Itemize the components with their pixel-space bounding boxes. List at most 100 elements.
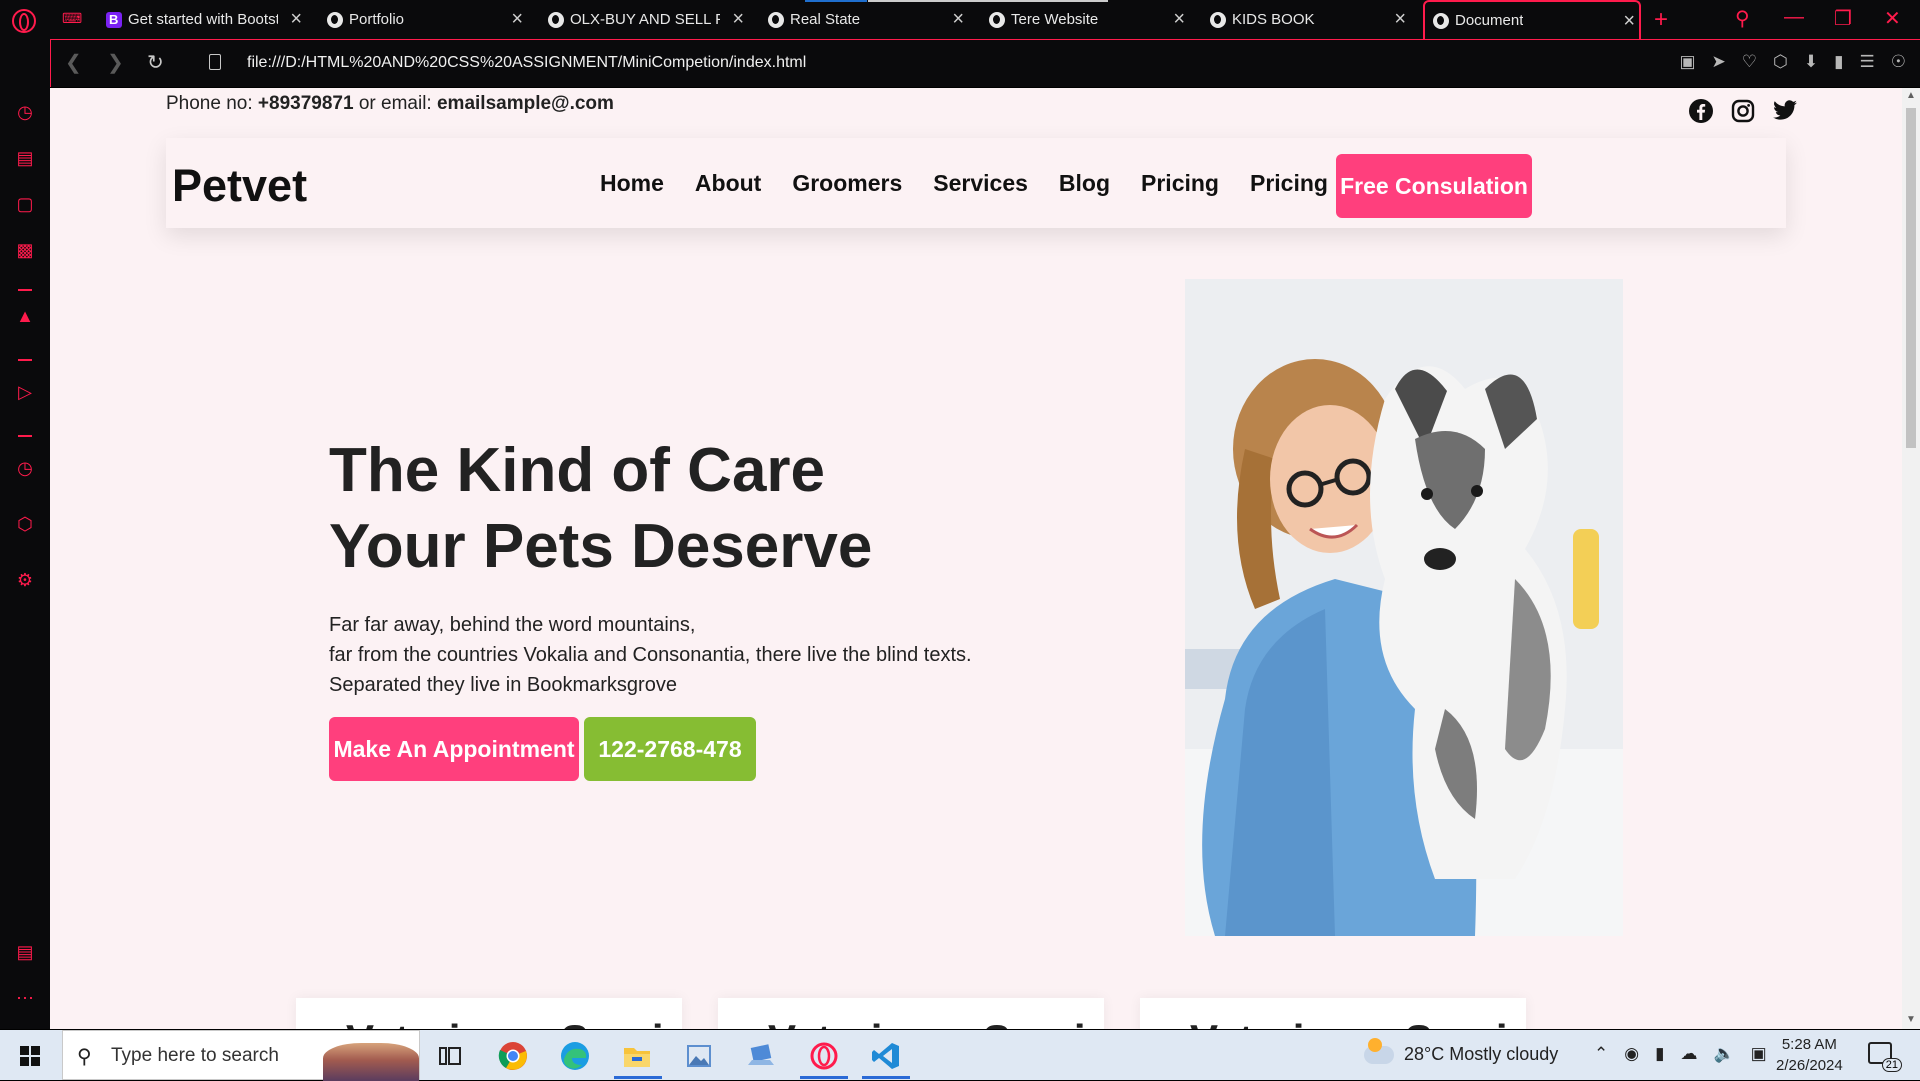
back-icon[interactable]: ❮ xyxy=(65,50,82,75)
phone-number: +89379871 xyxy=(257,93,354,114)
new-tab-button[interactable]: + xyxy=(1654,6,1668,34)
main-menu: Home About Groomers Services Blog Pricin… xyxy=(600,170,1328,197)
close-icon[interactable]: × xyxy=(952,9,964,29)
record-icon[interactable]: ◉ xyxy=(1624,1044,1639,1064)
weather-widget[interactable]: 28°C Mostly cloudy xyxy=(1364,1037,1558,1065)
tab-label: Tere Website xyxy=(1011,11,1099,28)
tab-kids-book[interactable]: KIDS BOOK × xyxy=(1210,0,1410,39)
tab-olx[interactable]: OLX-BUY AND SELL FO × xyxy=(548,0,748,39)
vscode-icon[interactable] xyxy=(868,1038,904,1074)
hero-title-line-1: The Kind of Care xyxy=(329,436,826,505)
taskbar-clock[interactable]: 5:28 AM 2/26/2024 xyxy=(1776,1034,1843,1076)
gallery-icon[interactable]: ▤ xyxy=(14,941,36,963)
close-icon[interactable]: × xyxy=(511,9,523,29)
player-icon[interactable]: ▷ xyxy=(14,381,36,403)
opera-gx-taskbar-icon[interactable] xyxy=(806,1038,842,1074)
notification-center-icon[interactable]: 21 xyxy=(1868,1042,1902,1072)
heart-icon[interactable]: ♡ xyxy=(1742,52,1757,72)
site-navbar: Petvet Home About Groomers Services Blog… xyxy=(166,138,1786,228)
profile-icon[interactable]: ☉ xyxy=(1891,52,1906,72)
tab-label: Get started with Bootst xyxy=(128,11,278,28)
hero-text-line-1: Far far away, behind the word mountains, xyxy=(329,614,696,636)
briefcase-icon[interactable]: ▤ xyxy=(14,147,36,169)
nav-home[interactable]: Home xyxy=(600,170,664,197)
scroll-up-icon[interactable]: ▲ xyxy=(1906,90,1916,101)
page-info-icon[interactable] xyxy=(209,54,221,70)
nav-pricing-2[interactable]: Pricing xyxy=(1250,170,1328,197)
settings-sliders-icon[interactable]: ☰ xyxy=(1860,52,1875,72)
display-icon[interactable]: ▣ xyxy=(1751,1044,1767,1064)
extensions-cube-icon[interactable]: ⬡ xyxy=(14,513,36,535)
system-tray: ⌃ ◉ ▮ ☁ 🔈 ▣ xyxy=(1594,1044,1767,1064)
send-icon[interactable]: ➤ xyxy=(1712,52,1726,72)
settings-gear-icon[interactable]: ⚙ xyxy=(14,569,36,591)
laptop-app-icon[interactable] xyxy=(743,1038,779,1074)
page-viewport: Phone no: +89379871 or email: emailsampl… xyxy=(50,88,1902,1029)
sidebar-divider xyxy=(18,435,32,437)
tab-portfolio[interactable]: Portfolio × xyxy=(327,0,527,39)
snapshot-icon[interactable]: ▣ xyxy=(1679,52,1695,72)
nav-blog[interactable]: Blog xyxy=(1059,170,1110,197)
forward-icon[interactable]: ❯ xyxy=(107,50,124,75)
search-tabs-icon[interactable]: ⚲ xyxy=(1735,6,1750,31)
free-consultation-button[interactable]: Free Consulation xyxy=(1336,154,1532,218)
tab-label: KIDS BOOK xyxy=(1232,11,1315,28)
flame-icon[interactable]: ▲ xyxy=(14,305,36,327)
cube-icon[interactable]: ⬡ xyxy=(1773,52,1788,72)
battery-icon[interactable]: ▮ xyxy=(1655,1044,1664,1064)
task-view-icon[interactable] xyxy=(432,1038,468,1074)
onedrive-cloud-icon[interactable]: ☁ xyxy=(1680,1044,1697,1064)
site-logo[interactable]: Petvet xyxy=(172,160,307,212)
download-icon[interactable]: ⬇ xyxy=(1804,52,1818,72)
nav-pricing[interactable]: Pricing xyxy=(1141,170,1219,197)
nav-groomers[interactable]: Groomers xyxy=(792,170,902,197)
scroll-thumb[interactable] xyxy=(1906,108,1916,448)
speed-dial-icon[interactable]: ◷ xyxy=(14,101,36,123)
close-icon[interactable]: × xyxy=(732,9,744,29)
restore-icon[interactable]: ❐ xyxy=(1834,6,1852,31)
more-options-icon[interactable]: ⋯ xyxy=(14,987,36,1009)
phone-button[interactable]: 122-2768-478 xyxy=(584,717,756,781)
minimize-icon[interactable]: — xyxy=(1784,6,1804,29)
nav-services[interactable]: Services xyxy=(933,170,1028,197)
windows-start-icon[interactable] xyxy=(20,1046,40,1066)
scroll-down-icon[interactable]: ▼ xyxy=(1906,1014,1916,1025)
tab-bootstrap[interactable]: B Get started with Bootst × xyxy=(106,0,306,39)
close-icon[interactable]: × xyxy=(1173,9,1185,29)
address-bar-tools: ▣ ➤ ♡ ⬡ ⬇ ▮ ☰ ☉ xyxy=(1679,52,1906,72)
social-links xyxy=(1688,98,1798,124)
page-scrollbar[interactable]: ▲ ▼ xyxy=(1902,88,1920,1029)
nav-about[interactable]: About xyxy=(695,170,761,197)
file-explorer-icon[interactable] xyxy=(619,1038,655,1074)
twitch-icon[interactable]: ▢ xyxy=(14,193,36,215)
tab-document[interactable]: Document × xyxy=(1423,0,1641,39)
active-app-indicator xyxy=(614,1076,662,1079)
reload-icon[interactable]: ↻ xyxy=(147,50,164,75)
history-icon[interactable]: ◷ xyxy=(14,457,36,479)
tab-tere-website[interactable]: Tere Website × xyxy=(989,0,1189,39)
instagram-icon[interactable] xyxy=(1730,98,1756,124)
close-icon[interactable]: × xyxy=(290,9,302,29)
battery-icon[interactable]: ▮ xyxy=(1834,52,1843,72)
facebook-icon[interactable] xyxy=(1688,98,1714,124)
close-icon[interactable]: × xyxy=(1623,11,1635,31)
tab-label: OLX-BUY AND SELL FO xyxy=(570,11,720,28)
chevron-up-icon[interactable]: ⌃ xyxy=(1594,1044,1608,1064)
taskbar-search[interactable]: ⚲ Type here to search xyxy=(62,1030,420,1081)
tab-real-state[interactable]: Real State × xyxy=(768,0,968,39)
chrome-icon[interactable] xyxy=(495,1038,531,1074)
cpu-icon[interactable]: ▩ xyxy=(14,239,36,261)
hero-text-line-3: Separated they live in Bookmarksgrove xyxy=(329,674,677,696)
volume-icon[interactable]: 🔈 xyxy=(1713,1044,1734,1064)
photos-icon[interactable] xyxy=(681,1038,717,1074)
twitter-icon[interactable] xyxy=(1772,98,1798,124)
tab-label: Document xyxy=(1455,12,1524,29)
close-window-icon[interactable]: ✕ xyxy=(1884,6,1901,31)
gamepad-icon[interactable]: ⌨ xyxy=(62,11,82,25)
notification-count: 21 xyxy=(1881,1058,1902,1072)
close-icon[interactable]: × xyxy=(1394,9,1406,29)
make-appointment-button[interactable]: Make An Appointment xyxy=(329,717,579,781)
opera-logo-icon[interactable] xyxy=(12,9,36,33)
edge-icon[interactable] xyxy=(557,1038,593,1074)
url-field[interactable]: file:///D:/HTML%20AND%20CSS%20ASSIGNMENT… xyxy=(247,54,806,72)
